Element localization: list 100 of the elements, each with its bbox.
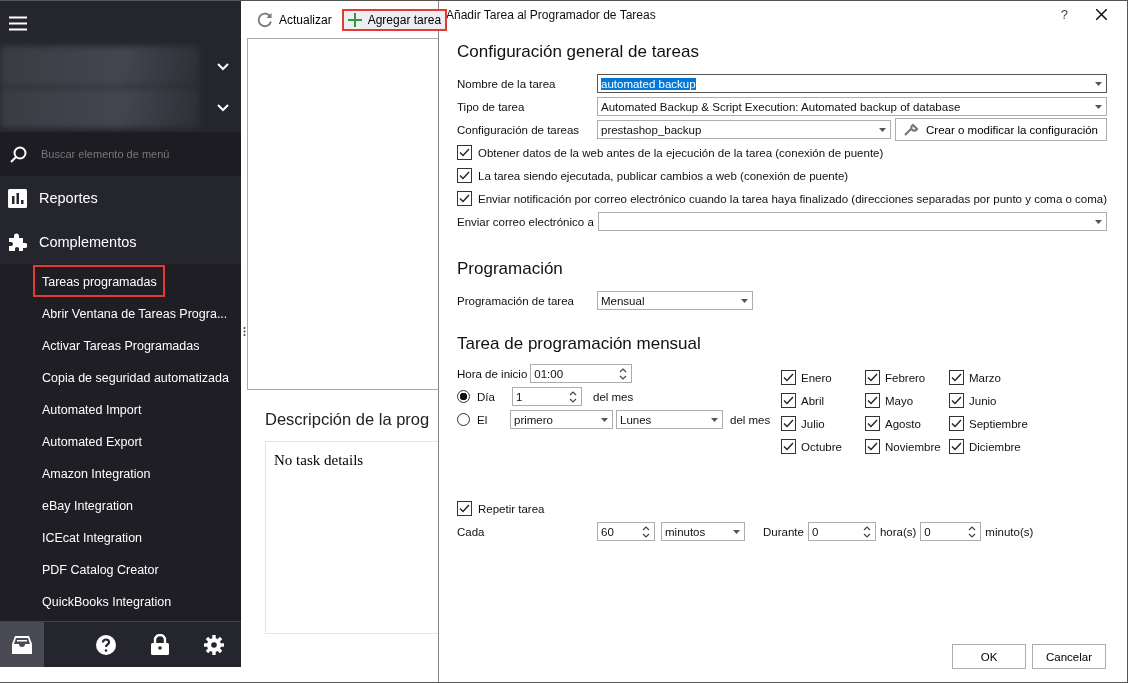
checkbox[interactable] — [781, 370, 796, 385]
sidebar-section[interactable]: Reportes — [0, 176, 241, 220]
checkbox-label: Obtener datos de la web antes de la ejecución de la tarea (conexión de puente) — [478, 146, 884, 159]
menu-item[interactable]: Copia de seguridad automatizada — [33, 361, 237, 393]
combo-box[interactable]: Lunes — [616, 410, 723, 429]
splitter-grip-icon[interactable] — [243, 327, 246, 336]
spinner-arrows-icon[interactable] — [862, 524, 871, 539]
field-label: minuto(s) — [985, 525, 1034, 538]
checkbox[interactable] — [457, 145, 472, 160]
combo-box[interactable]: minutos — [661, 522, 745, 541]
month-label: Junio — [969, 394, 997, 407]
checkbox-label: La tarea siendo ejecutada, publicar cambios a web (conexión de puente) — [478, 169, 849, 182]
checkbox[interactable] — [781, 393, 796, 408]
checkbox[interactable] — [865, 439, 880, 454]
combo-box[interactable]: Automated Backup & Script Execution: Automated backup of database — [597, 97, 1107, 116]
radio-label: El — [477, 413, 489, 426]
day-spinner[interactable]: 1 — [512, 387, 582, 406]
combo-box[interactable]: prestashop_backup — [597, 120, 892, 139]
menu-item[interactable]: Automated Export — [33, 425, 151, 457]
field-label: Durante — [763, 525, 804, 538]
checkbox[interactable] — [949, 439, 964, 454]
chevron-down-icon[interactable] — [217, 62, 229, 71]
chevron-down-icon[interactable] — [217, 103, 229, 112]
inbox-button[interactable] — [0, 622, 44, 667]
close-icon[interactable] — [1096, 9, 1107, 20]
menu-item[interactable]: PDF Catalog Creator — [33, 553, 167, 585]
sidebar-section[interactable]: Complementos — [0, 220, 241, 264]
month-label: Agosto — [885, 417, 921, 430]
minutes-spinner[interactable]: 0 — [920, 522, 982, 541]
combo-box[interactable]: primero — [510, 410, 613, 429]
menu-item[interactable]: ICEcat Integration — [33, 521, 151, 553]
field-label: Configuración de tareas — [457, 123, 581, 136]
month-label: Noviembre — [885, 440, 941, 453]
section-heading: Tarea de programación mensual — [457, 334, 702, 354]
checkbox[interactable] — [781, 416, 796, 431]
month-label: Febrero — [885, 371, 926, 384]
menu-item[interactable]: Automated Import — [33, 393, 150, 425]
refresh-icon — [257, 11, 273, 28]
cancel-button[interactable]: Cancelar — [1032, 644, 1106, 669]
radio-button[interactable] — [457, 413, 470, 426]
field-label: Cada — [457, 525, 486, 538]
caret-icon — [741, 298, 748, 303]
field-label: hora(s) — [879, 525, 917, 538]
details-text: No task details — [274, 452, 364, 468]
refresh-button[interactable]: Actualizar — [251, 7, 338, 32]
month-label: Marzo — [969, 371, 1001, 384]
checkbox[interactable] — [865, 416, 880, 431]
wrench-icon — [904, 122, 921, 137]
checkbox[interactable] — [781, 439, 796, 454]
menu-item[interactable]: eBay Integration — [33, 489, 142, 521]
caret-icon — [879, 127, 887, 132]
checkbox[interactable] — [865, 370, 880, 385]
menu-item[interactable]: Tareas programadas — [33, 265, 165, 297]
ok-button[interactable]: OK — [952, 644, 1026, 669]
spinner-arrows-icon[interactable] — [968, 524, 977, 539]
checkbox[interactable] — [457, 501, 472, 516]
field-label: Nombre de la tarea — [457, 77, 557, 90]
menu-item[interactable]: QuickBooks Integration — [33, 585, 180, 617]
puzzle-icon — [8, 232, 27, 252]
time-spinner[interactable]: 01:00 — [530, 364, 633, 383]
checkbox[interactable] — [457, 168, 472, 183]
checkbox[interactable] — [949, 416, 964, 431]
combo-box[interactable]: automated backup — [597, 74, 1107, 93]
field-label: Tipo de tarea — [457, 100, 526, 113]
field-label: Hora de inicio — [457, 367, 528, 380]
caret-icon — [1095, 104, 1102, 109]
hours-spinner[interactable]: 0 — [807, 522, 876, 541]
bar-chart-icon — [8, 188, 27, 208]
checkbox[interactable] — [949, 393, 964, 408]
add-task-button[interactable]: Agregar tarea — [341, 8, 448, 31]
month-label: Enero — [801, 371, 832, 384]
field-label: Programación de tarea — [457, 294, 575, 307]
month-label: Abril — [801, 394, 824, 407]
help-button[interactable]: ? — [1060, 7, 1068, 22]
section-heading: Descripción de la prog — [265, 410, 431, 429]
menu-item[interactable]: Amazon Integration — [33, 457, 159, 489]
combo-box[interactable]: Mensual — [597, 291, 753, 310]
menu-icon[interactable] — [9, 16, 27, 31]
radio-button[interactable] — [457, 390, 470, 403]
checkbox[interactable] — [457, 191, 472, 206]
interval-spinner[interactable]: 60 — [597, 522, 655, 541]
configure-button[interactable]: Crear o modificar la configuración — [895, 118, 1107, 141]
spinner-arrows-icon[interactable] — [569, 389, 577, 404]
window-title: Añadir Tarea al Programador de Tareas — [446, 7, 657, 22]
help-icon — [96, 634, 116, 655]
checkbox-label: Repetir tarea — [478, 502, 545, 515]
caret-icon — [1095, 219, 1102, 224]
spinner-arrows-icon[interactable] — [619, 366, 628, 381]
section-heading: Configuración general de tareas — [457, 42, 700, 62]
menu-item[interactable]: Activar Tareas Programadas — [33, 329, 208, 361]
radio-label: Día — [477, 390, 495, 403]
month-label: Mayo — [885, 394, 914, 407]
search-icon — [10, 145, 27, 163]
spinner-arrows-icon[interactable] — [642, 524, 650, 539]
caret-icon — [711, 417, 718, 422]
inbox-icon — [12, 635, 32, 654]
menu-item[interactable]: Abrir Ventana de Tareas Progra... — [33, 297, 236, 329]
plus-icon — [347, 12, 362, 27]
checkbox[interactable] — [949, 370, 964, 385]
checkbox[interactable] — [865, 393, 880, 408]
